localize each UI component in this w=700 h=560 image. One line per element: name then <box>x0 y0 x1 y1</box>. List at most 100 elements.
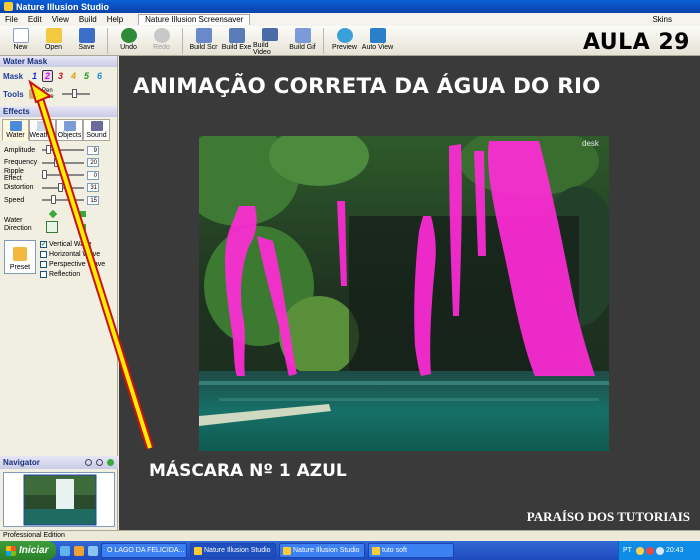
pen-size-slider[interactable] <box>62 89 90 98</box>
speed-slider[interactable] <box>42 195 84 205</box>
speed-row: Speed 15 <box>0 194 117 207</box>
language-indicator[interactable]: PT <box>623 547 632 554</box>
menu-build[interactable]: Build <box>74 15 102 24</box>
clock: 20:43 <box>665 547 684 554</box>
water-direction: Water Direction <box>0 207 117 237</box>
taskbar-window-nature-studio-1[interactable]: Nature Illusion Studio <box>190 543 276 558</box>
folder-icon <box>45 28 62 43</box>
reflection-option[interactable]: Reflection <box>40 270 105 280</box>
toolbar-separator <box>182 28 183 54</box>
menu-edit[interactable]: Edit <box>23 15 47 24</box>
speed-value[interactable]: 15 <box>87 195 99 205</box>
footer-signature: PARAÍSO DOS TUTORIAIS <box>526 509 690 524</box>
start-button[interactable]: Iniciar <box>0 541 56 560</box>
sound-icon <box>90 121 103 131</box>
direction-up-icon[interactable] <box>48 209 58 218</box>
mask-6-button[interactable]: 6 <box>94 70 105 82</box>
checkbox-icon[interactable] <box>40 261 47 268</box>
tab-sound[interactable]: Sound <box>83 119 110 141</box>
mask-row: Mask 1 2 3 4 5 6 <box>0 67 117 85</box>
redo-button[interactable]: Redo <box>145 26 178 56</box>
editor-canvas[interactable]: ANIMAÇÃO CORRETA DA ÁGUA DO RIO desk MÁS… <box>119 56 700 530</box>
waterfall-photo[interactable]: desk <box>199 136 609 451</box>
ripple-effect-value[interactable]: 0 <box>87 170 99 180</box>
mask-1-button[interactable]: 1 <box>29 70 40 82</box>
window-title-bar: Nature Illusion Studio <box>0 0 700 13</box>
amplitude-row: Amplitude 9 <box>0 144 117 157</box>
tab-water[interactable]: Water <box>2 119 29 141</box>
taskbar-window-tuto-soft[interactable]: tuto soft <box>368 543 454 558</box>
build-video-button[interactable]: Build Video <box>253 26 286 56</box>
ripple-effect-label: Ripple Effect <box>4 168 24 183</box>
distortion-value[interactable]: 31 <box>87 183 99 193</box>
quicklaunch-media-icon[interactable] <box>74 545 84 556</box>
tab-objects[interactable]: Objects <box>56 119 83 141</box>
checkbox-icon[interactable] <box>40 251 47 258</box>
water-settings: Amplitude 9 Frequency 20 Ripple Effect 0 Di… <box>0 141 117 207</box>
build-scr-button[interactable]: Build Scr <box>187 26 220 56</box>
new-doc-icon <box>12 28 29 43</box>
water-mask-header: Water Mask <box>0 56 117 67</box>
preview-button[interactable]: Preview <box>328 26 361 56</box>
auto-view-button[interactable]: Auto View <box>361 26 394 56</box>
lesson-overlay-label: AULA 29 <box>582 30 690 55</box>
toolbar-separator <box>107 28 108 54</box>
mask-4-button[interactable]: 4 <box>68 70 79 82</box>
checkbox-icon[interactable]: ✔ <box>40 241 47 248</box>
open-button[interactable]: Open <box>37 26 70 56</box>
mask-3-button[interactable]: 3 <box>55 70 66 82</box>
preset-button[interactable]: Preset <box>4 239 36 274</box>
save-icon <box>78 28 95 43</box>
save-button[interactable]: Save <box>70 26 103 56</box>
tray-network-icon[interactable] <box>635 546 644 555</box>
amplitude-value[interactable]: 9 <box>87 145 99 155</box>
photo-watermark: desk <box>582 139 600 148</box>
ripple-effect-slider[interactable] <box>42 170 84 180</box>
horizontal-wave-option[interactable]: Horizontal Wave <box>40 250 105 260</box>
preset-area: Preset ✔ Vertical Wave Horizontal Wave Pe… <box>0 237 117 280</box>
zoom-out-icon[interactable] <box>85 459 92 466</box>
mask-5-button[interactable]: 5 <box>81 70 92 82</box>
direction-right-icon[interactable] <box>80 210 86 217</box>
tab-weather[interactable]: Weather <box>29 119 56 141</box>
menu-view[interactable]: View <box>47 15 74 24</box>
checkbox-icon[interactable] <box>40 271 47 278</box>
system-tray: PT 20:43 <box>618 541 700 560</box>
vertical-wave-option[interactable]: ✔ Vertical Wave <box>40 240 105 250</box>
quicklaunch-browser-icon[interactable] <box>60 545 70 556</box>
preset-icon <box>13 246 27 261</box>
effects-tabs: Water Weather Objects Sound <box>0 117 117 141</box>
build-gif-button[interactable]: Build Gif <box>286 26 319 56</box>
menu-help[interactable]: Help <box>102 15 128 24</box>
mask-2-button[interactable]: 2 <box>42 70 53 82</box>
navigator-thumbnail[interactable] <box>3 472 115 527</box>
taskbar-window-lago[interactable]: O LAGO DA FELICIDA... <box>101 543 187 558</box>
water-direction-label: Water Direction <box>4 216 32 232</box>
windows-logo-icon <box>6 545 16 556</box>
frequency-slider[interactable] <box>42 157 84 167</box>
brush-tool-icon[interactable] <box>29 89 39 99</box>
wave-options: ✔ Vertical Wave Horizontal Wave Perspecti… <box>36 240 105 280</box>
frequency-value[interactable]: 20 <box>87 158 99 168</box>
tray-volume-icon[interactable] <box>655 546 664 555</box>
quicklaunch-desktop-icon[interactable] <box>88 545 98 556</box>
skins-menu[interactable]: Skins <box>652 15 672 24</box>
objects-icon <box>63 121 76 131</box>
menu-file[interactable]: File <box>0 15 23 24</box>
taskbar-window-nature-studio-2[interactable]: Nature Illusion Studio <box>279 543 365 558</box>
direction-down-icon[interactable] <box>80 223 86 230</box>
undo-button[interactable]: Undo <box>112 26 145 56</box>
refresh-icon[interactable] <box>107 459 114 466</box>
distortion-slider[interactable] <box>42 182 84 192</box>
document-tab[interactable]: Nature Illusion Screensaver <box>138 14 251 25</box>
zoom-in-icon[interactable] <box>96 459 103 466</box>
tray-security-icon[interactable] <box>645 546 654 555</box>
build-exe-button[interactable]: Build Exe <box>220 26 253 56</box>
direction-center-icon[interactable] <box>46 220 58 233</box>
new-button[interactable]: New <box>4 26 37 56</box>
amplitude-slider[interactable] <box>42 145 84 155</box>
app-icon <box>4 2 13 11</box>
window-icon <box>194 546 202 555</box>
perspective-wave-option[interactable]: Perspective Wave <box>40 260 105 270</box>
frequency-row: Frequency 20 <box>0 157 117 170</box>
